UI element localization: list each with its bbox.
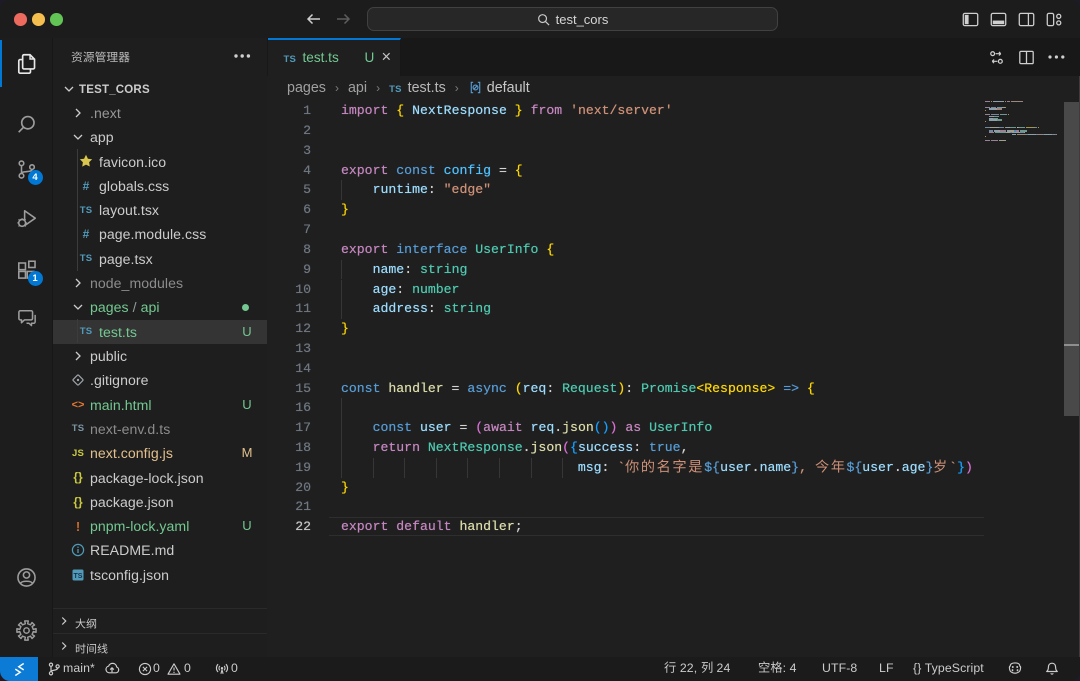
svg-text:TS: TS [74,573,83,580]
